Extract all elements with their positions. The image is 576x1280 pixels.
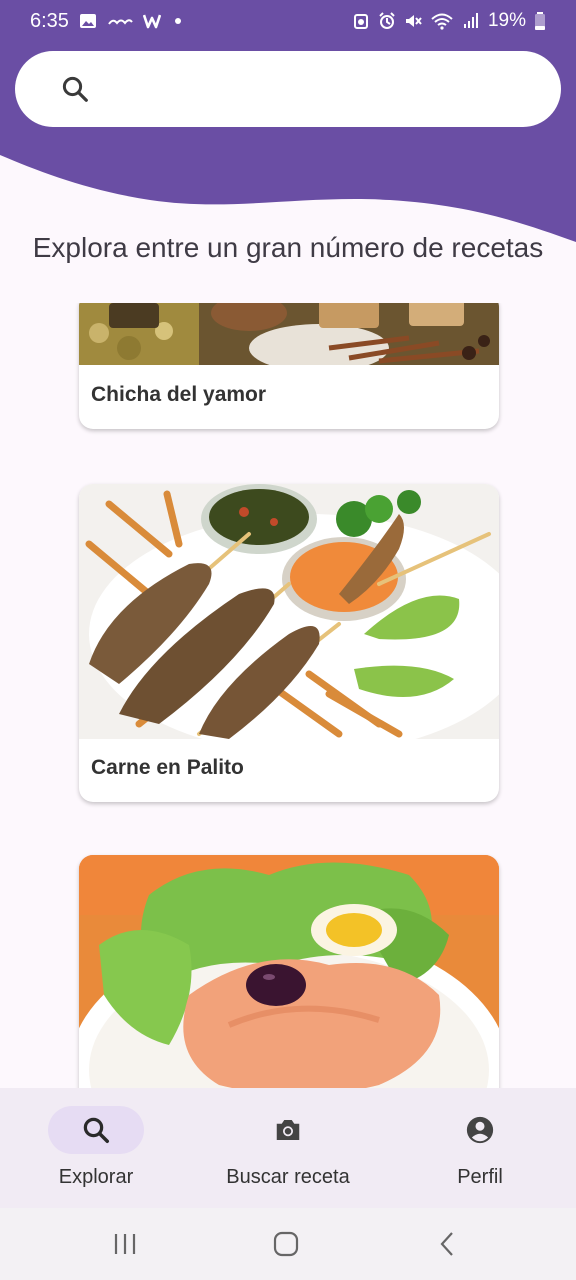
w-icon xyxy=(142,14,161,29)
nav-perfil[interactable]: Perfil xyxy=(384,1088,576,1208)
search-input[interactable] xyxy=(106,69,526,109)
recipe-image-chicha xyxy=(79,303,499,365)
alarm-clock-icon xyxy=(353,14,368,29)
ewa-icon xyxy=(108,19,133,25)
nav-label: Perfil xyxy=(457,1166,503,1188)
recipe-image-carne xyxy=(79,484,499,739)
nav-explorar[interactable]: Explorar xyxy=(0,1088,192,1208)
camera-icon xyxy=(276,1120,300,1140)
app-screen: 6:35 19% Explora entre un gran número de… xyxy=(0,0,576,1280)
status-time: 6:35 xyxy=(30,9,69,32)
back-icon[interactable] xyxy=(433,1229,463,1259)
recipe-title: Chicha del yamor xyxy=(91,383,267,406)
dot-icon xyxy=(174,18,181,24)
mute-icon xyxy=(405,15,422,27)
alarm-icon xyxy=(379,12,395,29)
nav-buscar-receta[interactable]: Buscar receta xyxy=(192,1088,384,1208)
search-icon xyxy=(83,1117,109,1143)
battery-percent: 19% xyxy=(487,10,526,31)
nav-label: Explorar xyxy=(58,1166,134,1188)
recipe-card[interactable] xyxy=(79,855,499,1088)
home-icon[interactable] xyxy=(271,1229,301,1259)
search-icon xyxy=(62,76,88,102)
recipe-image-papa xyxy=(79,855,499,1088)
search-bar[interactable] xyxy=(15,51,561,127)
battery-icon xyxy=(535,12,545,30)
system-navigation-bar xyxy=(0,1208,576,1280)
nav-label: Buscar receta xyxy=(226,1166,350,1188)
recipe-feed[interactable]: Chicha del yamor Carne en Palito xyxy=(0,303,576,1088)
signal-icon xyxy=(463,13,478,28)
bottom-navigation: Explorar Buscar receta Perfil xyxy=(0,1088,576,1208)
recipe-card[interactable]: Chicha del yamor xyxy=(79,303,499,429)
recents-icon[interactable] xyxy=(110,1229,140,1259)
wifi-icon xyxy=(431,13,453,30)
recipe-card[interactable]: Carne en Palito xyxy=(79,484,499,802)
intro-heading: Explora entre un gran número de recetas xyxy=(32,232,544,263)
recipe-title: Carne en Palito xyxy=(91,756,244,779)
image-icon xyxy=(79,14,96,28)
status-bar: 6:35 19% xyxy=(0,0,576,42)
account-circle-icon xyxy=(466,1116,494,1144)
